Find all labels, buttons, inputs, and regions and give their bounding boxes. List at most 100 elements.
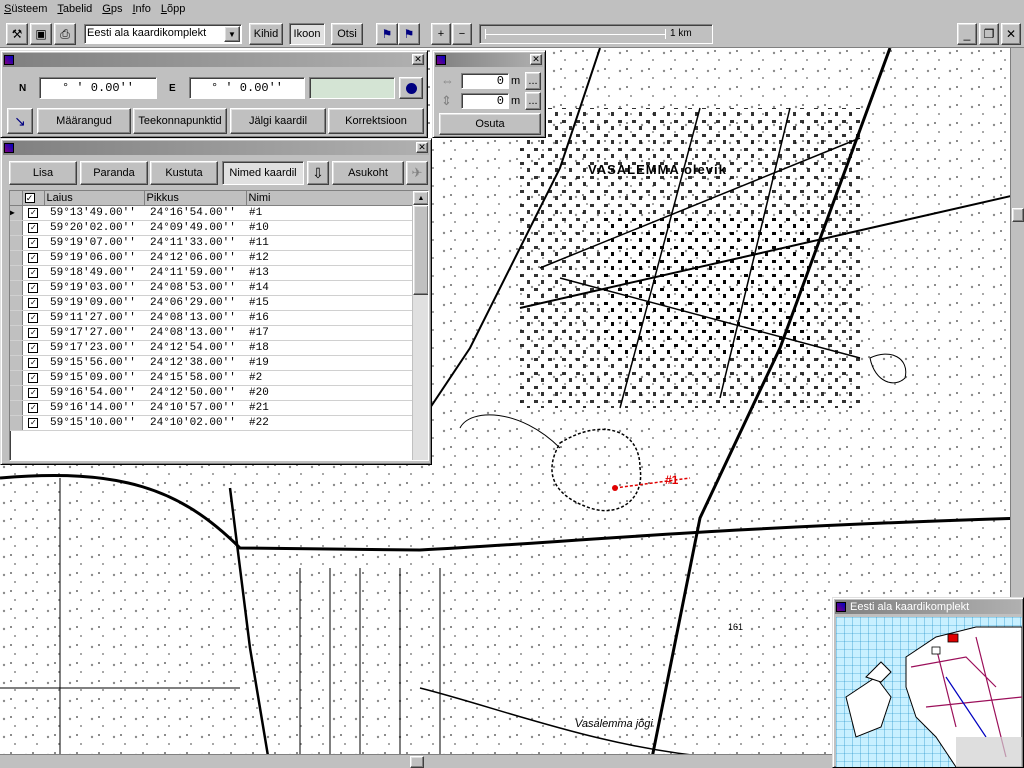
table-row[interactable]: ✓ 59°17'27.00'' 24°08'13.00'' #17 [10,325,412,341]
scroll-thumb[interactable] [1012,208,1024,222]
name-cell[interactable]: #19 [246,355,412,371]
row-checkbox[interactable]: ✓ [22,400,44,416]
waypoints-window-titlebar[interactable]: ✕ [3,141,429,155]
coordinate-window-titlebar[interactable]: ✕ [3,53,425,67]
arrow-icon[interactable]: ↘ [7,108,33,134]
longitude-cell[interactable]: 24°10'02.00'' [144,415,246,431]
longitude-cell[interactable]: 24°12'54.00'' [144,340,246,356]
name-cell[interactable]: #18 [246,340,412,356]
row-checkbox[interactable]: ✓ [22,220,44,236]
chevron-down-icon[interactable]: ▼ [224,26,240,42]
overview-map[interactable] [836,617,1022,767]
tool-icon[interactable]: ⚒ [6,23,28,45]
menu-item-l-pp[interactable]: Lõpp [157,0,191,18]
close-icon[interactable]: ✕ [412,54,424,65]
row-checkbox[interactable]: ✓ [22,250,44,266]
close-icon[interactable]: ✕ [530,54,542,65]
y-more-button[interactable]: ... [525,92,541,110]
x-offset-input[interactable]: 0 [461,73,509,89]
row-checkbox[interactable]: ✓ [22,415,44,431]
latitude-cell[interactable]: 59°20'02.00'' [44,220,144,236]
longitude-cell[interactable]: 24°12'38.00'' [144,355,246,371]
lisa-button[interactable]: Lisa [9,161,77,185]
kustuta-button[interactable]: Kustuta [150,161,218,185]
longitude-cell[interactable]: 24°08'13.00'' [144,310,246,326]
row-checkbox[interactable]: ✓ [22,295,44,311]
latitude-cell[interactable]: 59°11'27.00'' [44,310,144,326]
longitude-cell[interactable]: 24°12'50.00'' [144,385,246,401]
column-header-laius[interactable]: Laius [44,191,145,206]
table-row[interactable]: ✓ 59°11'27.00'' 24°08'13.00'' #16 [10,310,412,326]
menu-item-info[interactable]: Info [128,0,156,18]
name-cell[interactable]: #22 [246,415,412,431]
zoom-in-button[interactable]: + [431,23,451,45]
latitude-cell[interactable]: 59°19'07.00'' [44,235,144,251]
offset-window-titlebar[interactable]: ✕ [435,53,543,67]
table-row[interactable]: ✓ 59°16'14.00'' 24°10'57.00'' #21 [10,400,412,416]
otsi-button[interactable]: Otsi [331,23,363,45]
name-cell[interactable]: #16 [246,310,412,326]
table-row[interactable]: ✓ 59°19'06.00'' 24°12'06.00'' #12 [10,250,412,266]
table-row[interactable]: ✓ 59°15'09.00'' 24°15'58.00'' #2 [10,370,412,386]
column-header-pikkus[interactable]: Pikkus [144,191,247,206]
table-row[interactable]: ✓ 59°16'54.00'' 24°12'50.00'' #20 [10,385,412,401]
longitude-cell[interactable]: 24°16'54.00'' [144,205,246,221]
longitude-cell[interactable]: 24°08'13.00'' [144,325,246,341]
camera-icon[interactable]: ▣ [30,23,52,45]
latitude-cell[interactable]: 59°19'09.00'' [44,295,144,311]
latitude-cell[interactable]: 59°17'27.00'' [44,325,144,341]
nimed-kaardil-button[interactable]: Nimed kaardil [222,161,304,185]
name-cell[interactable]: #15 [246,295,412,311]
longitude-cell[interactable]: 24°10'57.00'' [144,400,246,416]
scroll-thumb[interactable] [410,756,424,768]
row-checkbox[interactable]: ✓ [22,385,44,401]
latitude-cell[interactable]: 59°13'49.00'' [44,205,144,221]
table-row[interactable]: ✓ 59°15'10.00'' 24°10'02.00'' #22 [10,415,412,431]
kihid-button[interactable]: Kihid [249,23,283,45]
select-all-checkbox[interactable]: ✓ [22,191,45,206]
scroll-up-icon[interactable]: ▲ [413,191,428,205]
name-cell[interactable]: #1 [246,205,412,221]
longitude-cell[interactable]: 24°06'29.00'' [144,295,246,311]
table-row[interactable]: ✓ 59°19'03.00'' 24°08'53.00'' #14 [10,280,412,296]
name-cell[interactable]: #10 [246,220,412,236]
y-offset-input[interactable]: 0 [461,93,509,109]
table-row[interactable]: ✓ 59°20'02.00'' 24°09'49.00'' #10 [10,220,412,236]
map-set-select[interactable]: Eesti ala kaardikomplekt ▼ [84,24,242,44]
row-checkbox[interactable]: ✓ [22,310,44,326]
name-cell[interactable]: #21 [246,400,412,416]
ikoon-button[interactable]: Ikoon [289,23,325,45]
longitude-cell[interactable]: 24°12'06.00'' [144,250,246,266]
minimize-icon[interactable]: _ [957,23,977,45]
table-row[interactable]: ✓ 59°18'49.00'' 24°11'59.00'' #13 [10,265,412,281]
menu-item-tabelid[interactable]: Tabelid [53,0,98,18]
latitude-cell[interactable]: 59°15'09.00'' [44,370,144,386]
row-checkbox[interactable]: ✓ [22,280,44,296]
map-marker-label[interactable]: #1 [665,473,678,487]
longitude-cell[interactable]: 24°09'49.00'' [144,220,246,236]
row-checkbox[interactable]: ✓ [22,265,44,281]
name-cell[interactable]: #13 [246,265,412,281]
name-cell[interactable]: #2 [246,370,412,386]
longitude-cell[interactable]: 24°11'33.00'' [144,235,246,251]
menu-item-gps[interactable]: Gps [98,0,128,18]
arrow-down-icon[interactable]: ⇩ [307,161,329,185]
table-row[interactable]: ▶ ✓ 59°13'49.00'' 24°16'54.00'' #1 [10,205,412,221]
tab-jalgi-kaardil[interactable]: Jälgi kaardil [230,108,326,134]
paranda-button[interactable]: Paranda [80,161,148,185]
menu-item-s-steem[interactable]: Süsteem [0,0,53,18]
latitude-cell[interactable]: 59°15'56.00'' [44,355,144,371]
row-checkbox[interactable]: ✓ [22,340,44,356]
latitude-cell[interactable]: 59°19'06.00'' [44,250,144,266]
overview-window-titlebar[interactable]: Eesti ala kaardikomplekt [835,600,1021,614]
flag-red-icon[interactable]: ⚑ [398,23,420,45]
tab-teekonnapunktid[interactable]: Teekonnapunktid [133,108,227,134]
name-cell[interactable]: #20 [246,385,412,401]
asukoht-button[interactable]: Asukoht [332,161,404,185]
latitude-cell[interactable]: 59°16'54.00'' [44,385,144,401]
name-cell[interactable]: #11 [246,235,412,251]
tab-maarangud[interactable]: Määrangud [37,108,131,134]
table-scrollbar[interactable]: ▲ [412,191,428,460]
longitude-cell[interactable]: 24°08'53.00'' [144,280,246,296]
row-checkbox[interactable]: ✓ [22,205,44,221]
